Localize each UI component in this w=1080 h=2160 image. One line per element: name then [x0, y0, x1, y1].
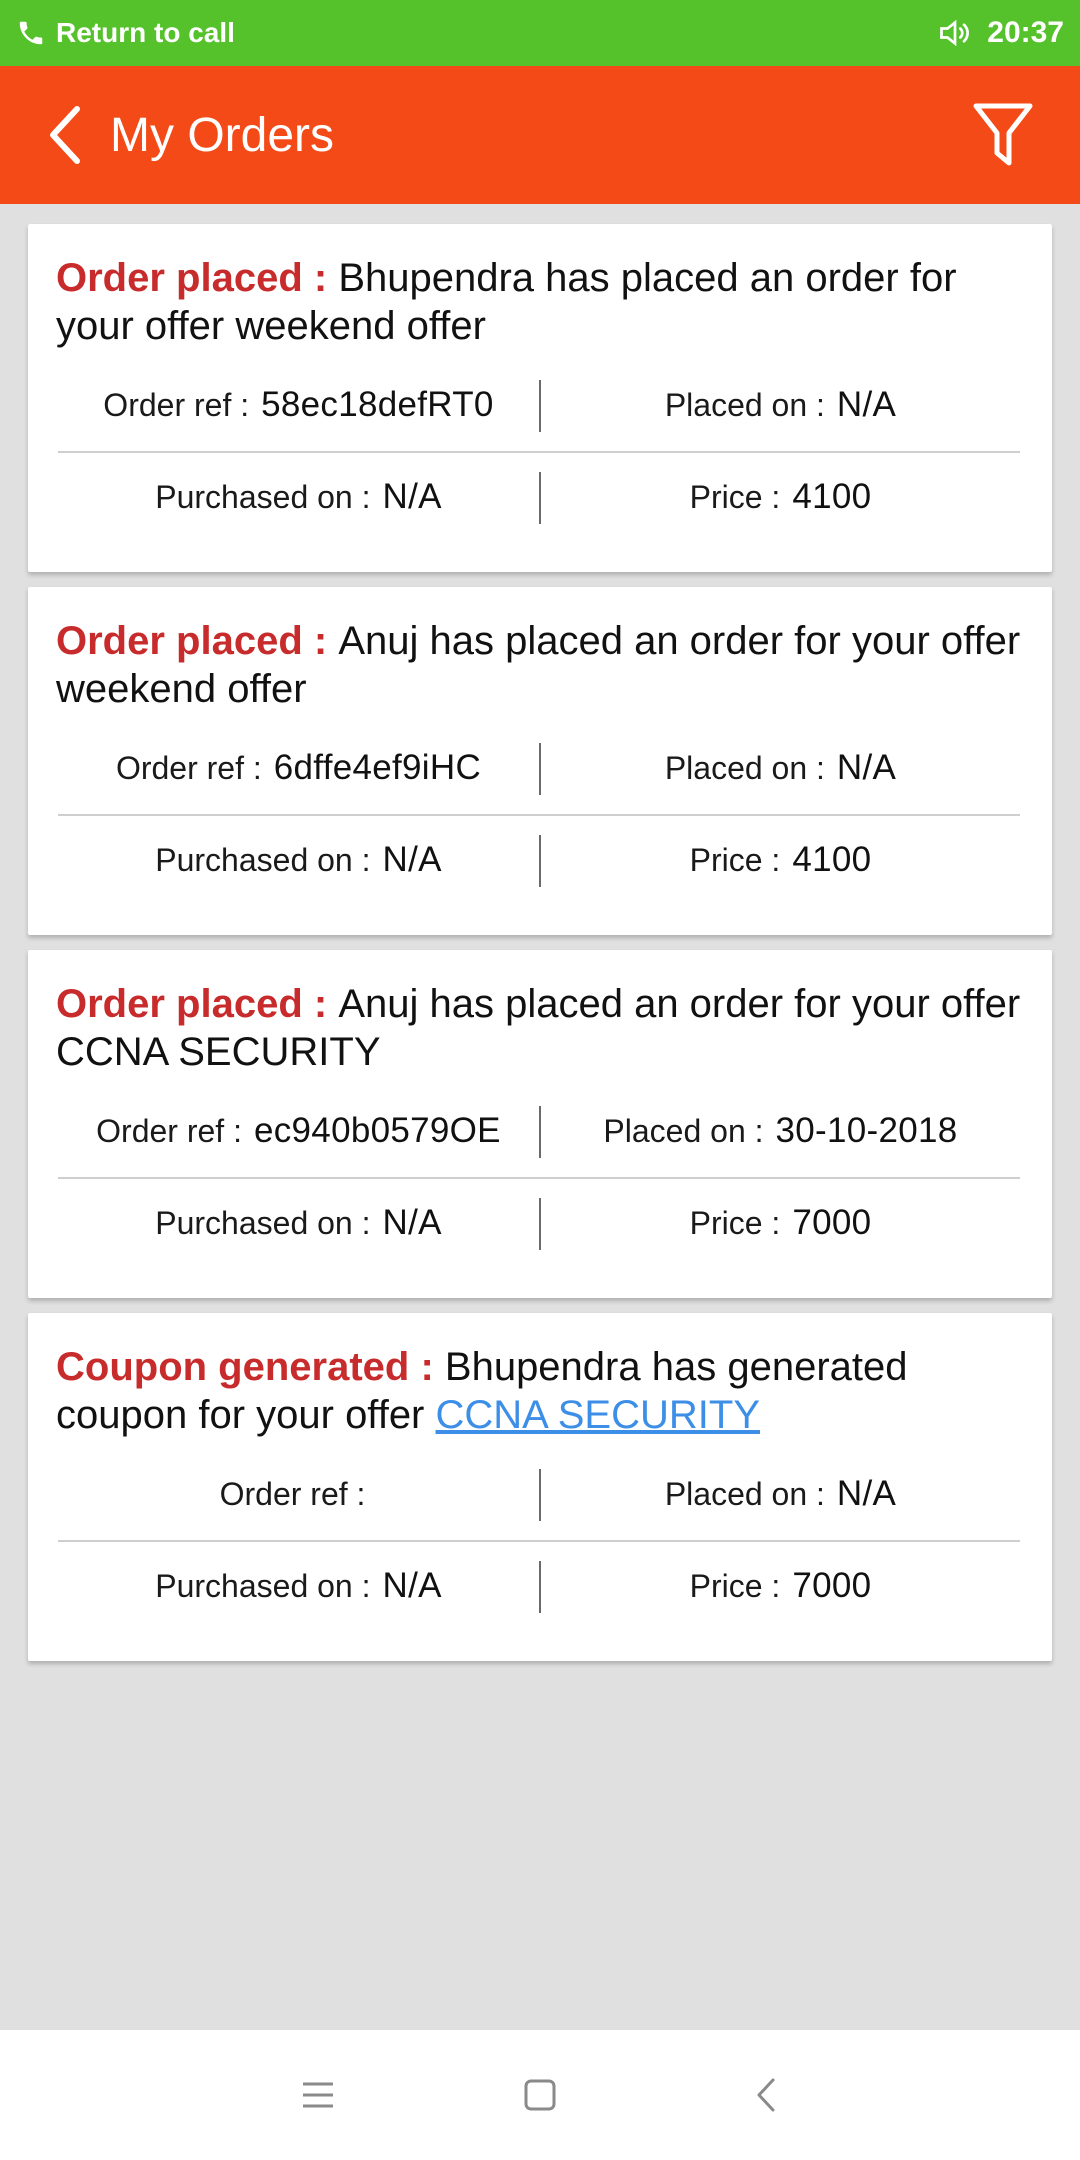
phone-icon	[16, 18, 46, 48]
filter-button[interactable]	[964, 96, 1042, 174]
order-row-ref: Order ref : 58ec18defRT0 Placed on : N/A	[58, 370, 1020, 440]
clock: 20:37	[987, 16, 1064, 49]
order-status-prefix: Order placed :	[56, 619, 339, 663]
order-ref-label: Order ref :	[96, 1112, 242, 1149]
purchased-on-label: Purchased on :	[155, 1567, 371, 1604]
system-nav-bar	[0, 2030, 1080, 2160]
order-card[interactable]: Order placed : Anuj has placed an order …	[28, 950, 1052, 1298]
return-to-call-button[interactable]: Return to call	[16, 17, 235, 49]
row-divider	[58, 814, 1020, 816]
back-button[interactable]	[26, 85, 106, 185]
order-message: Order placed : Anuj has placed an order …	[56, 617, 1036, 713]
purchased-on-cell: Purchased on : N/A	[58, 1551, 539, 1621]
system-back-button[interactable]	[726, 2060, 806, 2130]
row-divider	[58, 1177, 1020, 1179]
order-ref-label: Order ref :	[219, 1475, 366, 1512]
order-card[interactable]: Order placed : Bhupendra has placed an o…	[28, 224, 1052, 572]
price-value: 7000	[792, 1566, 872, 1605]
coupon-card[interactable]: Coupon generated : Bhupendra has generat…	[28, 1313, 1052, 1661]
price-cell: Price : 4100	[541, 825, 1020, 895]
home-button[interactable]	[500, 2060, 580, 2130]
order-ref-value: 6dffe4ef9iHC	[273, 748, 482, 787]
price-label: Price :	[689, 841, 781, 878]
price-cell: Price : 4100	[541, 462, 1020, 532]
order-ref-cell: Order ref :	[58, 1459, 539, 1529]
chevron-left-icon	[50, 106, 80, 164]
price-cell: Price : 7000	[541, 1551, 1020, 1621]
purchased-on-cell: Purchased on : N/A	[58, 825, 539, 895]
offer-link[interactable]: CCNA SECURITY	[436, 1393, 761, 1437]
placed-on-cell: Placed on : 30-10-2018	[541, 1096, 1020, 1166]
placed-on-label: Placed on :	[603, 1112, 764, 1149]
row-divider	[58, 1540, 1020, 1542]
purchased-on-value: N/A	[382, 840, 442, 879]
placed-on-label: Placed on :	[664, 749, 825, 786]
price-label: Price :	[689, 1204, 781, 1241]
placed-on-value: N/A	[836, 385, 897, 424]
price-label: Price :	[689, 1567, 781, 1604]
purchased-on-cell: Purchased on : N/A	[58, 462, 539, 532]
home-square-icon	[524, 2079, 556, 2111]
status-bar: Return to call 20:37	[0, 0, 1080, 66]
order-row-purchase: Purchased on : N/A Price : 4100	[58, 462, 1020, 532]
placed-on-cell: Placed on : N/A	[541, 1459, 1020, 1529]
order-row-ref: Order ref : Placed on : N/A	[58, 1459, 1020, 1529]
order-message: Order placed : Bhupendra has placed an o…	[56, 254, 1036, 350]
order-ref-label: Order ref :	[115, 749, 262, 786]
recent-apps-button[interactable]	[278, 2060, 358, 2130]
speaker-icon	[937, 15, 973, 51]
return-to-call-label: Return to call	[56, 17, 235, 48]
price-value: 7000	[792, 1203, 872, 1242]
back-chevron-icon	[757, 2078, 775, 2112]
placed-on-cell: Placed on : N/A	[541, 370, 1020, 440]
order-message: Order placed : Anuj has placed an order …	[56, 980, 1036, 1076]
placed-on-value: 30-10-2018	[775, 1111, 958, 1150]
order-row-ref: Order ref : ec940b0579OE Placed on : 30-…	[58, 1096, 1020, 1166]
purchased-on-label: Purchased on :	[155, 841, 371, 878]
placed-on-label: Placed on :	[664, 1475, 825, 1512]
price-value: 4100	[792, 840, 872, 879]
order-row-purchase: Purchased on : N/A Price : 7000	[58, 1551, 1020, 1621]
price-label: Price :	[689, 478, 781, 515]
app-bar: My Orders	[0, 66, 1080, 204]
order-ref-cell: Order ref : ec940b0579OE	[58, 1096, 539, 1166]
filter-icon	[973, 103, 1033, 166]
order-row-purchase: Purchased on : N/A Price : 7000	[58, 1188, 1020, 1258]
purchased-on-cell: Purchased on : N/A	[58, 1188, 539, 1258]
price-cell: Price : 7000	[541, 1188, 1020, 1258]
price-value: 4100	[792, 477, 872, 516]
order-row-ref: Order ref : 6dffe4ef9iHC Placed on : N/A	[58, 733, 1020, 803]
order-ref-value: ec940b0579OE	[253, 1111, 501, 1150]
page-title: My Orders	[110, 108, 335, 162]
order-row-purchase: Purchased on : N/A Price : 4100	[58, 825, 1020, 895]
order-ref-cell: Order ref : 58ec18defRT0	[58, 370, 539, 440]
order-card[interactable]: Order placed : Anuj has placed an order …	[28, 587, 1052, 935]
placed-on-value: N/A	[836, 748, 897, 787]
order-ref-cell: Order ref : 6dffe4ef9iHC	[58, 733, 539, 803]
purchased-on-value: N/A	[382, 477, 442, 516]
purchased-on-value: N/A	[382, 1566, 442, 1605]
status-indicators: 20:37	[937, 15, 1064, 51]
placed-on-value: N/A	[836, 1474, 897, 1513]
placed-on-label: Placed on :	[664, 386, 825, 423]
row-divider	[58, 451, 1020, 453]
order-status-prefix: Coupon generated :	[56, 1345, 445, 1389]
purchased-on-value: N/A	[382, 1203, 442, 1242]
order-status-prefix: Order placed :	[56, 982, 339, 1026]
order-ref-label: Order ref :	[103, 386, 250, 423]
purchased-on-label: Purchased on :	[155, 1204, 371, 1241]
order-ref-value: 58ec18defRT0	[261, 385, 494, 424]
placed-on-cell: Placed on : N/A	[541, 733, 1020, 803]
purchased-on-label: Purchased on :	[155, 478, 371, 515]
order-status-prefix: Order placed :	[56, 256, 339, 300]
menu-icon	[303, 2082, 333, 2108]
order-message: Coupon generated : Bhupendra has generat…	[56, 1343, 1036, 1439]
